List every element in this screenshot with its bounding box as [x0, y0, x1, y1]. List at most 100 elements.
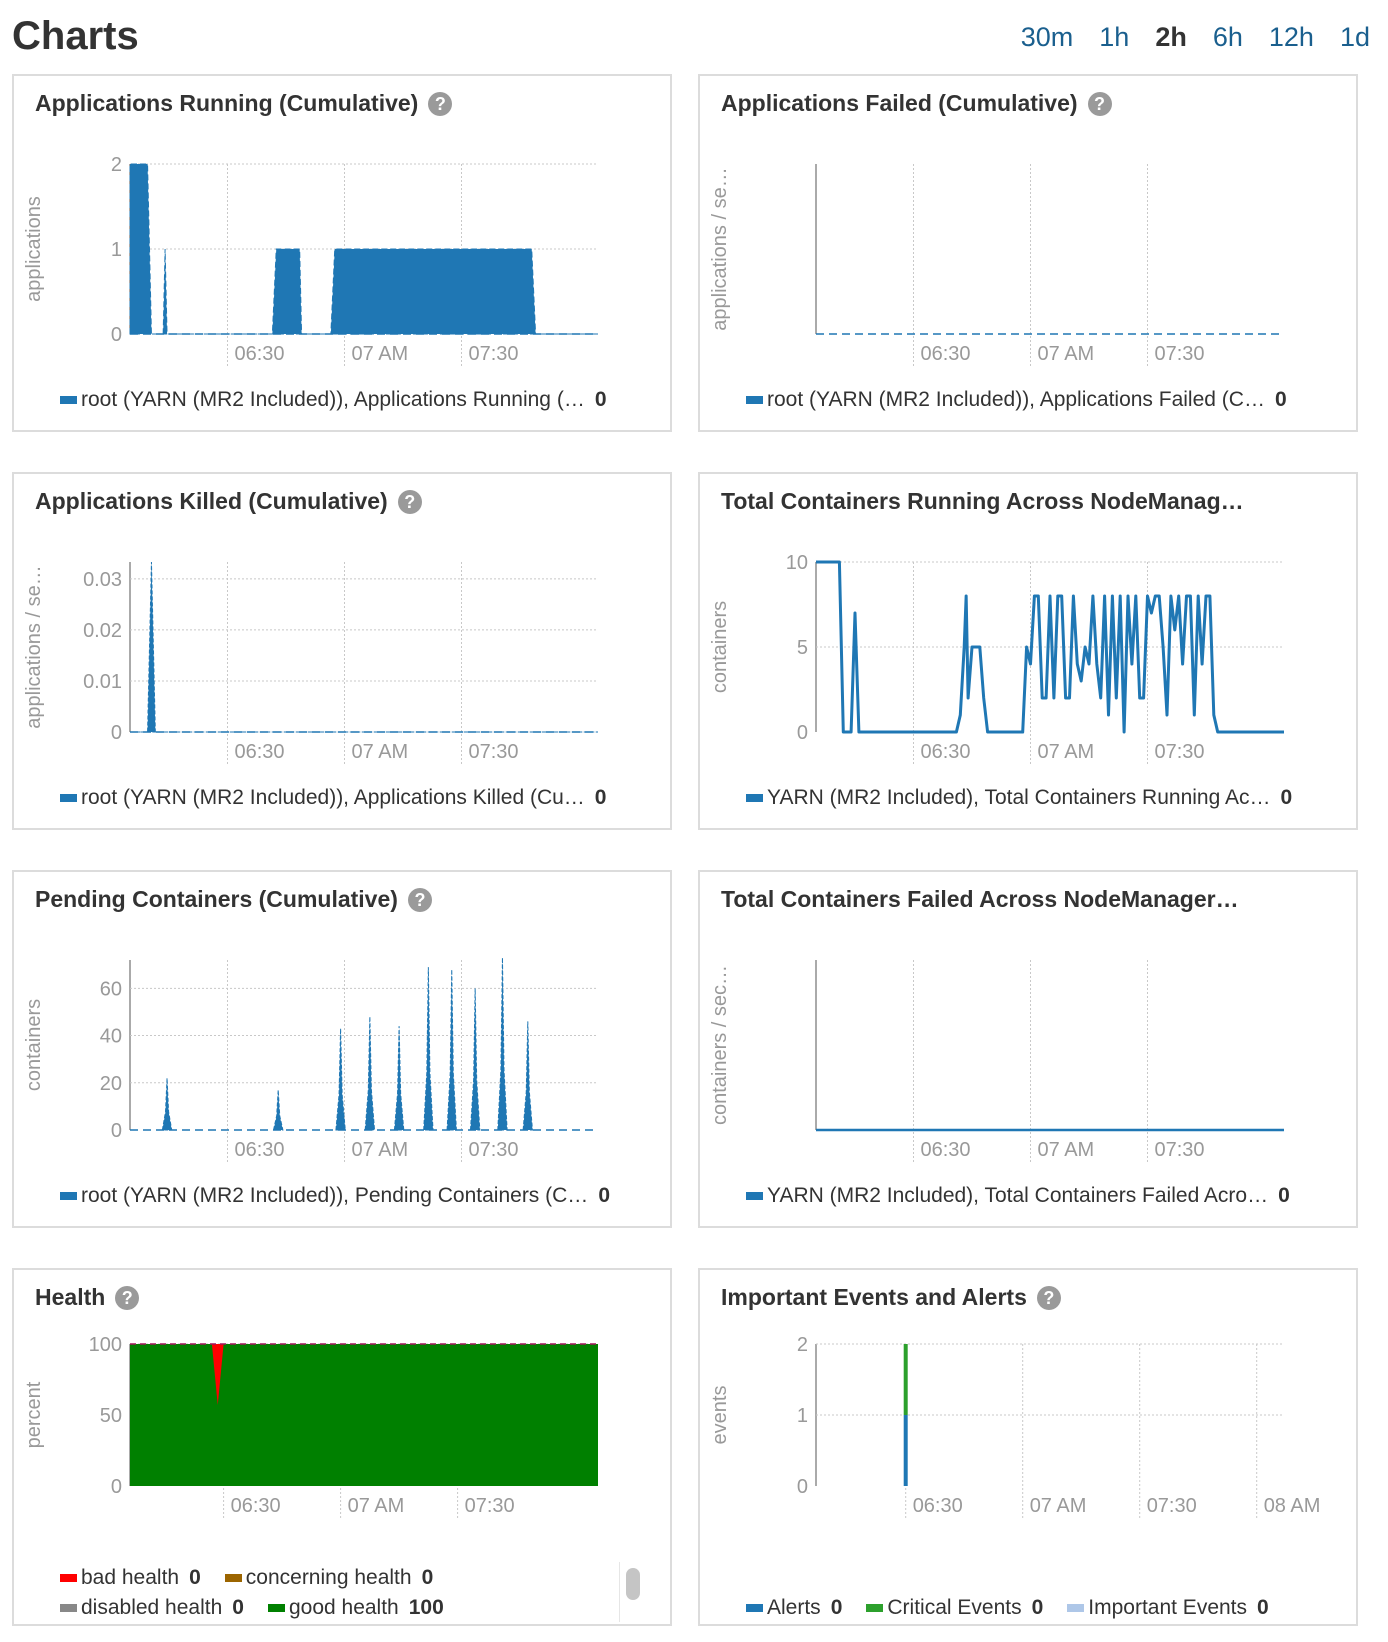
legend-swatch [60, 396, 77, 404]
chart-card-applications-failed: Applications Failed (Cumulative) ? 06:30… [698, 74, 1358, 432]
y-tick-label: 100 [89, 1334, 122, 1356]
y-tick-label: 0.03 [83, 569, 122, 591]
range-6h[interactable]: 6h [1213, 22, 1243, 53]
legend-swatch [746, 1192, 763, 1200]
legend-value: 0 [1274, 388, 1287, 411]
y-tick-label: 50 [100, 1405, 122, 1427]
legend-row: Alerts 0 Critical Events 0 Important Eve… [746, 1596, 1269, 1620]
x-tick-label: 07 AM [352, 1139, 409, 1161]
legend-item[interactable]: root (YARN (MR2 Included)), Pending Cont… [60, 1184, 610, 1208]
legend-label: root (YARN (MR2 Included)), Pending Cont… [81, 1184, 589, 1207]
range-2h[interactable]: 2h [1155, 22, 1187, 53]
x-tick-label: 07:30 [469, 343, 519, 365]
legend-item-critical-events[interactable]: Critical Events 0 [866, 1596, 1043, 1620]
legend-item[interactable]: YARN (MR2 Included), Total Containers Fa… [746, 1184, 1290, 1208]
y-tick-label: 2 [797, 1334, 808, 1356]
legend-value: 0 [421, 1566, 434, 1589]
y-tick-label: 2 [111, 154, 122, 176]
legend-label: Alerts [767, 1596, 821, 1619]
series-peak [446, 969, 457, 1131]
legend-value: 0 [1257, 1596, 1269, 1619]
alerts-bar [903, 1415, 908, 1486]
y-axis-label: events [709, 1386, 731, 1445]
y-tick-label: 0 [797, 1476, 808, 1498]
chart-plot: 06:30 07 AM 07:30 0 0.01 0.02 0.03 applications… [23, 561, 598, 764]
legend-scrollbar[interactable] [619, 1562, 642, 1622]
y-axis-label: containers [23, 999, 45, 1091]
chart-plot: 06:30 07 AM 07:30 0 20 40 60 containers [23, 957, 598, 1162]
legend-item[interactable]: root (YARN (MR2 Included)), Applications… [746, 388, 1287, 412]
y-tick-label: 1 [111, 239, 122, 261]
legend-value: 0 [1278, 1184, 1290, 1207]
legend-value: 0 [1280, 786, 1293, 809]
legend-swatch [60, 794, 77, 802]
y-tick-label: 0 [111, 1476, 122, 1498]
legend-item[interactable]: root (YARN (MR2 Included)), Applications… [60, 786, 606, 810]
y-tick-label: 0.02 [83, 620, 122, 642]
series-peak [522, 1021, 534, 1131]
y-tick-label: 20 [100, 1073, 122, 1095]
range-12h[interactable]: 12h [1269, 22, 1314, 53]
chart-plot: 06:30 07 AM 07:30 containers / sec… [709, 960, 1284, 1162]
y-axis-label: applications [23, 196, 45, 302]
legend-value: 0 [830, 1596, 843, 1619]
y-axis-label: percent [23, 1381, 45, 1448]
y-axis-label: applications / se… [709, 167, 731, 330]
legend-swatch [866, 1604, 884, 1612]
legend-value: 0 [598, 1184, 610, 1207]
series-peak [161, 1078, 173, 1131]
page-title: Charts [12, 14, 139, 58]
legend-value: 0 [232, 1596, 244, 1619]
legend-item[interactable]: YARN (MR2 Included), Total Containers Ru… [746, 786, 1292, 810]
y-tick-label: 40 [100, 1026, 122, 1048]
legend-label: root (YARN (MR2 Included)), Applications… [767, 388, 1265, 411]
chart-card-applications-killed: Applications Killed (Cumulative) ? 06:30… [12, 472, 672, 830]
y-tick-label: 1 [797, 1405, 808, 1427]
y-tick-label: 0.01 [83, 671, 122, 693]
legend-label: root (YARN (MR2 Included)), Applications… [81, 786, 585, 809]
legend-item-important-events[interactable]: Important Events 0 [1067, 1596, 1269, 1620]
y-tick-label: 0 [111, 722, 122, 744]
scrollbar-thumb[interactable] [626, 1568, 640, 1600]
legend-item-good-health[interactable]: good health 100 [267, 1596, 444, 1620]
legend-value: 0 [1031, 1596, 1044, 1619]
legend-label: concerning health [245, 1566, 412, 1589]
legend-item-disabled-health[interactable]: disabled health 0 [60, 1596, 244, 1620]
legend-label: bad health [81, 1566, 180, 1589]
y-tick-label: 60 [100, 978, 122, 1000]
x-tick-label: 07:30 [469, 1139, 519, 1161]
legend-item-concerning-health[interactable]: concerning health 0 [224, 1566, 434, 1590]
series-peak [335, 1028, 346, 1131]
legend-label: good health [288, 1596, 399, 1619]
x-tick-label: 07 AM [1038, 741, 1095, 763]
y-tick-label: 10 [786, 552, 808, 574]
x-tick-label: 06:30 [235, 1139, 285, 1161]
legend-swatch [60, 1604, 77, 1612]
legend-item-bad-health[interactable]: bad health 0 [60, 1566, 201, 1590]
series-peak [423, 967, 434, 1131]
chart-card-containers-running: Total Containers Running Across NodeMana… [698, 472, 1358, 830]
legend-value: 0 [594, 786, 607, 809]
chart-plot: 06:30 07 AM 07:30 08 AM 0 1 2 events [709, 1334, 1320, 1518]
x-tick-label: 07:30 [469, 741, 519, 763]
chart-card-events-alerts: Important Events and Alerts ? 06:30 07 AM… [698, 1268, 1358, 1626]
chart-card-applications-running: Applications Running (Cumulative) ? 06:3… [12, 74, 672, 432]
range-1d[interactable]: 1d [1340, 22, 1370, 53]
x-tick-label: 06:30 [921, 1139, 971, 1161]
x-tick-label: 06:30 [921, 741, 971, 763]
legend-label: Critical Events [887, 1596, 1022, 1619]
y-tick-label: 0 [111, 1120, 122, 1142]
legend-value: 0 [594, 388, 607, 411]
legend-label: YARN (MR2 Included), Total Containers Fa… [767, 1184, 1269, 1207]
series-area [129, 163, 598, 335]
range-1h[interactable]: 1h [1099, 22, 1129, 53]
y-axis-label: containers [709, 601, 731, 693]
x-tick-label: 06:30 [231, 1495, 281, 1517]
range-30m[interactable]: 30m [1021, 22, 1074, 53]
legend-swatch [1067, 1604, 1085, 1612]
legend-item-alerts[interactable]: Alerts 0 [746, 1596, 842, 1620]
legend-item[interactable]: root (YARN (MR2 Included)), Applications… [60, 388, 607, 412]
legend-value: 0 [189, 1566, 201, 1589]
legend-label: root (YARN (MR2 Included)), Applications… [81, 388, 585, 411]
x-tick-label: 07 AM [352, 343, 409, 365]
